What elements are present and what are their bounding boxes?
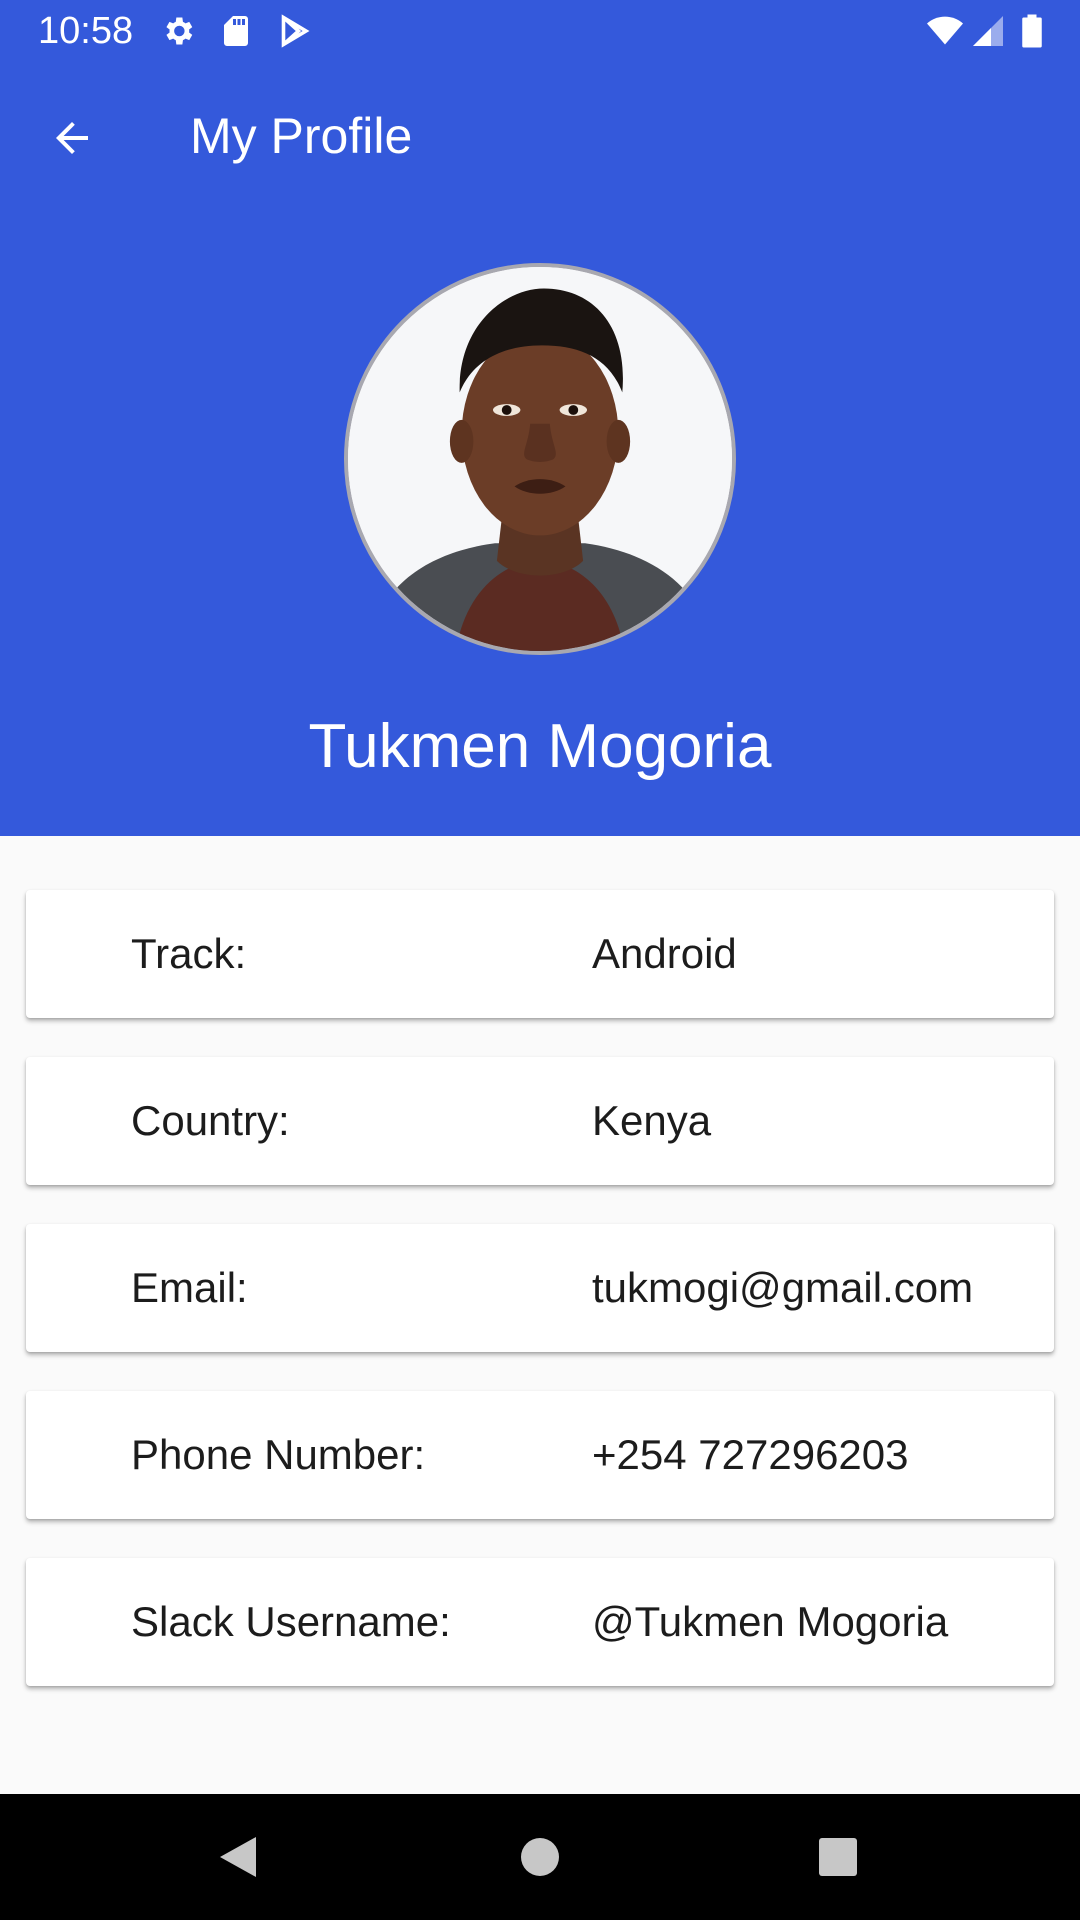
email-value: tukmogi@gmail.com [592, 1264, 974, 1311]
back-button[interactable] [36, 102, 108, 174]
card-track: Track: Android [26, 890, 1054, 1018]
recents-square-icon [819, 1838, 857, 1876]
profile-photo [348, 267, 732, 651]
play-store-icon [276, 13, 312, 49]
country-label: Country: [131, 1097, 290, 1144]
slack-label: Slack Username: [131, 1598, 451, 1645]
slack-value: @Tukmen Mogoria [592, 1598, 949, 1645]
page-title: My Profile [190, 108, 413, 164]
card-slack: Slack Username: @Tukmen Mogoria [26, 1558, 1054, 1686]
sd-card-icon [218, 13, 254, 49]
track-label: Track: [131, 930, 247, 977]
track-value: Android [592, 930, 737, 977]
toolbar: My Profile [0, 62, 1080, 210]
phone-value: +254 727296203 [592, 1431, 909, 1478]
status-time: 10:58 [38, 10, 134, 52]
battery-icon [1014, 13, 1050, 49]
home-circle-icon [521, 1838, 559, 1876]
nav-home-button[interactable] [508, 1825, 572, 1889]
profile-name: Tukmen Mogoria [308, 712, 772, 781]
card-country: Country: Kenya [26, 1057, 1054, 1185]
status-bar: 10:58 [0, 0, 1080, 62]
settings-icon [160, 13, 196, 49]
system-nav-bar [0, 1794, 1080, 1920]
email-label: Email: [131, 1264, 248, 1311]
nav-back-button[interactable] [206, 1825, 270, 1889]
profile-header: 10:58 My Profile Tukmen Mogoria [0, 0, 1080, 836]
signal-icon [970, 13, 1006, 49]
wifi-icon [922, 13, 968, 49]
phone-label: Phone Number: [131, 1431, 426, 1478]
arrow-back-icon [56, 122, 88, 154]
country-value: Kenya [592, 1097, 712, 1144]
back-triangle-icon [220, 1837, 256, 1877]
card-phone: Phone Number: +254 727296203 [26, 1391, 1054, 1519]
nav-recents-button[interactable] [806, 1825, 870, 1889]
card-email: Email: tukmogi@gmail.com [26, 1224, 1054, 1352]
avatar [344, 263, 736, 655]
